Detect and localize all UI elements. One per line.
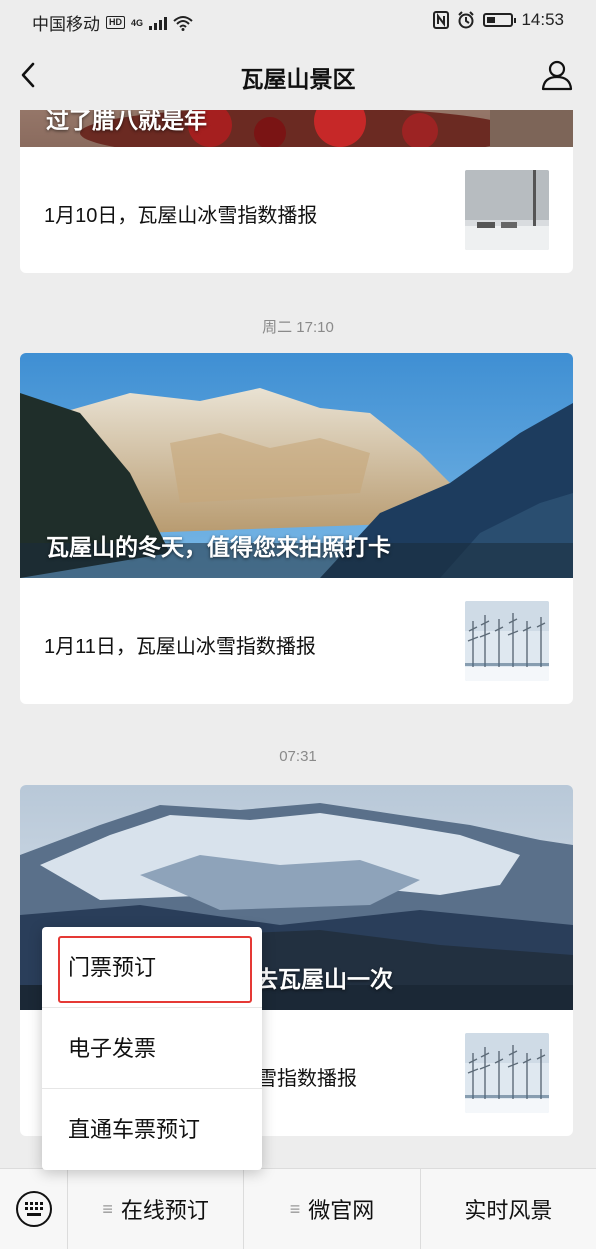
nfc-icon <box>433 11 450 29</box>
message-timestamp: 07:31 <box>279 748 317 765</box>
selection-highlight <box>58 936 252 1003</box>
article-card[interactable]: 瓦屋山的冬天，值得您来拍照打卡 1月11日，瓦屋山冰雪指数播报 <box>20 353 573 704</box>
article-thumbnail <box>465 170 549 250</box>
article-headline: 1月11日，瓦屋山冰雪指数播报 <box>44 636 316 658</box>
bottom-menu-bar: ≡ 在线预订 ≡ 微官网 实时风景 <box>0 1168 596 1249</box>
article-cover-image[interactable]: 过了腊八就是年 <box>20 110 573 147</box>
article-row[interactable]: 1月11日，瓦屋山冰雪指数播报 <box>20 578 573 704</box>
clock: 14:53 <box>521 10 564 29</box>
menu-label: 在线预订 <box>120 1198 209 1223</box>
menu-item-shuttle-ticket[interactable]: 直通车票预订 <box>42 1089 262 1170</box>
article-thumbnail <box>465 601 549 681</box>
article-thumbnail <box>465 1033 549 1113</box>
profile-icon[interactable] <box>540 58 574 92</box>
article-cover-image[interactable]: 瓦屋山的冬天，值得您来拍照打卡 <box>20 353 573 578</box>
alarm-icon <box>458 11 475 29</box>
battery-icon <box>483 13 517 27</box>
menu-lines-icon: ≡ <box>289 1198 301 1219</box>
hd-icon: HD <box>106 16 125 29</box>
status-bar: 中国移动 HD 4G 14:53 <box>0 0 596 40</box>
menu-micro-site[interactable]: ≡ 微官网 <box>244 1169 421 1249</box>
article-headline: 雪指数播报 <box>257 1068 357 1090</box>
menu-lines-icon: ≡ <box>102 1198 113 1219</box>
carrier-label: 中国移动 <box>32 15 100 34</box>
network-type-label: 4G <box>131 17 144 28</box>
menu-label: 微官网 <box>308 1198 375 1223</box>
article-row[interactable]: 1月10日，瓦屋山冰雪指数播报 <box>20 147 573 273</box>
menu-item-e-invoice[interactable]: 电子发票 <box>42 1008 262 1089</box>
message-timestamp: 周二 17:10 <box>262 319 334 336</box>
menu-online-booking[interactable]: ≡ 在线预订 <box>68 1169 245 1249</box>
article-cover-caption: 去瓦屋山一次 <box>255 966 393 992</box>
wifi-icon <box>173 15 193 31</box>
keyboard-icon <box>15 1191 52 1227</box>
nav-bar: 瓦屋山景区 <box>0 40 596 110</box>
menu-label: 实时风景 <box>464 1198 553 1223</box>
article-card[interactable]: 过了腊八就是年 1月10日，瓦屋山冰雪指数播报 <box>20 110 573 273</box>
article-cover-caption: 瓦屋山的冬天，值得您来拍照打卡 <box>46 534 391 560</box>
article-cover-caption: 过了腊八就是年 <box>46 110 207 133</box>
page-title: 瓦屋山景区 <box>240 66 356 92</box>
article-headline: 1月10日，瓦屋山冰雪指数播报 <box>44 205 318 227</box>
submenu-popup: 门票预订 电子发票 直通车票预订 <box>42 927 262 1170</box>
signal-icon <box>149 16 168 30</box>
menu-live-scenery[interactable]: 实时风景 <box>421 1169 596 1249</box>
keyboard-toggle-button[interactable] <box>0 1169 68 1249</box>
